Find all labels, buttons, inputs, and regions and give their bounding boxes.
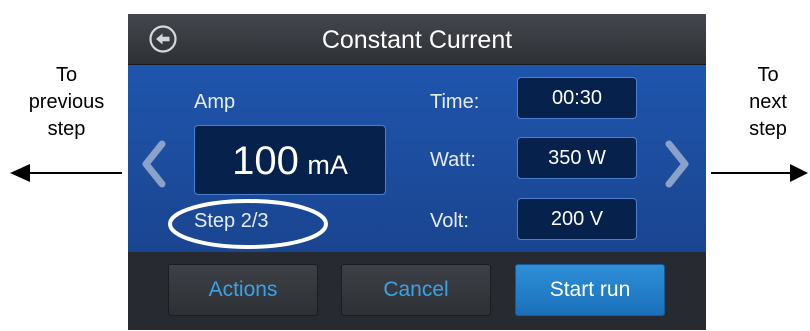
amp-label: Amp [194,91,236,113]
watt-value-field[interactable]: 350 W [517,137,637,179]
amp-unit: mA [307,150,348,180]
header-bar: Constant Current [128,14,706,65]
next-step-annotation: To next step [749,64,787,140]
left-arrow-icon [10,164,122,182]
action-bar: Actions Cancel Start run [128,252,706,330]
actions-button[interactable]: Actions [168,264,318,316]
step-highlight-ellipse [168,199,328,249]
volt-label: Volt: [430,210,469,232]
device-screen: Constant Current Amp 100 mA Step 2/3 Tim… [128,14,706,330]
watt-label: Watt: [430,149,476,171]
run-parameters-panel: Amp 100 mA Step 2/3 Time: 00:30 Watt: 35… [128,65,706,252]
start-run-button[interactable]: Start run [515,264,665,316]
next-step-chevron-icon[interactable] [663,139,693,189]
page-title: Constant Current [321,26,513,54]
time-label: Time: [430,91,480,113]
amp-value-field[interactable]: 100 mA [194,125,386,195]
volt-value-field[interactable]: 200 V [517,198,637,240]
time-value-field[interactable]: 00:30 [517,77,637,119]
right-arrow-icon [711,164,808,182]
previous-step-chevron-icon[interactable] [138,139,168,189]
cancel-button[interactable]: Cancel [341,264,491,316]
previous-step-annotation: To previous step [28,64,105,140]
amp-value: 100 [232,139,299,183]
